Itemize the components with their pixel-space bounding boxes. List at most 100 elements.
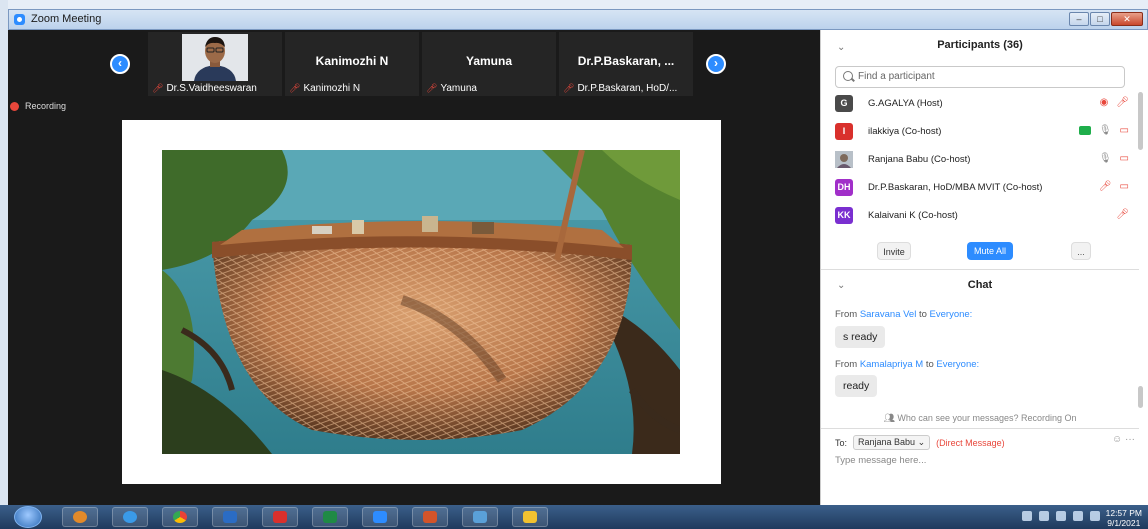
avatar: KK [835, 207, 853, 224]
participant-name: G.AGALYA (Host) [868, 98, 943, 109]
taskbar-explorer[interactable] [462, 507, 498, 527]
video-off-icon: ▭ [1119, 125, 1129, 136]
mute-all-button[interactable]: Mute All [967, 242, 1013, 260]
tile-label: 🎤︎ Dr.S.Vaidheeswaran [152, 83, 257, 94]
participant-row[interactable]: KK Kalaivani K (Co-host) 🎤︎ [835, 205, 1135, 227]
tile-label: 🎤︎ Kanimozhi N [289, 83, 361, 94]
participant-row[interactable]: DH Dr.P.Baskaran, HoD/MBA MVIT (Co-host)… [835, 177, 1135, 199]
chevron-right-icon[interactable]: › [706, 54, 726, 74]
taskbar-powerpoint[interactable] [412, 507, 448, 527]
invite-button[interactable]: Invite [877, 242, 911, 260]
chat-message-input[interactable]: Type message here... [835, 455, 926, 466]
taskbar-media-player[interactable] [62, 507, 98, 527]
window-frame-left [0, 0, 8, 505]
recipient-dropdown[interactable]: Ranjana Babu ⌄ [853, 435, 931, 450]
video-tile-kanimozhi[interactable]: Kanimozhi N 🎤︎ Kanimozhi N [285, 32, 419, 96]
meeting-area: ‹ 🎤︎ Dr.S.Vaidheeswaran Kanimozhi N 🎤︎ Kan… [8, 30, 820, 505]
zoom-app-icon [14, 14, 25, 25]
recording-icon: ◉ [1099, 97, 1109, 108]
avatar: I [835, 123, 853, 140]
participants-scrollbar[interactable] [1138, 92, 1143, 150]
video-strip: ‹ 🎤︎ Dr.S.Vaidheeswaran Kanimozhi N 🎤︎ Kan… [8, 30, 820, 98]
chat-message-header: From Kamalapriya M to Everyone: [835, 359, 980, 370]
side-panel: ⌄ Participants (36) Find a participant G… [820, 30, 1148, 505]
taskbar-acrobat[interactable] [262, 507, 298, 527]
participant-name: Kalaivani K (Co-host) [868, 210, 958, 221]
taskbar-word[interactable] [212, 507, 248, 527]
tray-icon[interactable] [1022, 511, 1032, 521]
participant-row[interactable]: G G.AGALYA (Host) ◉ 🎤︎ [835, 93, 1135, 115]
chat-recipient-row: To: Ranjana Babu ⌄ (Direct Message) [835, 435, 1005, 450]
avatar: DH [835, 179, 853, 196]
tile-big-name: Dr.P.Baskaran, ... [577, 54, 675, 68]
direct-message-label: (Direct Message) [936, 437, 1005, 448]
participant-row[interactable]: I ilakkiya (Co-host) 🎙︎ ▭ [835, 121, 1135, 143]
network-icon[interactable] [1073, 511, 1083, 521]
participant-name: ilakkiya (Co-host) [868, 126, 942, 137]
avatar: G [835, 95, 853, 112]
muted-mic-icon: 🎤︎ [1116, 97, 1129, 108]
window-titlebar[interactable]: Zoom Meeting – □ ✕ [8, 9, 1148, 30]
tray-icon[interactable] [1039, 511, 1049, 521]
chat-message-bubble: ready [835, 375, 878, 397]
divider [821, 428, 1139, 429]
chat-title: Chat [967, 279, 993, 291]
muted-mic-icon: 🎤︎ [426, 83, 438, 93]
taskbar-excel[interactable] [312, 507, 348, 527]
video-off-icon: ▭ [1119, 181, 1129, 192]
more-button[interactable]: ... [1071, 242, 1091, 260]
taskbar-chrome[interactable] [162, 507, 198, 527]
search-input[interactable]: Find a participant [835, 66, 1125, 88]
emoji-icon[interactable]: ☺ [1112, 434, 1122, 445]
minimize-button[interactable]: – [1069, 12, 1089, 26]
taskbar-zoom[interactable] [362, 507, 398, 527]
shared-photo-tree-nest [162, 150, 680, 454]
mic-icon: 🎙︎ [1098, 125, 1112, 136]
chevron-left-icon[interactable]: ‹ [110, 54, 130, 74]
maximize-button[interactable]: □ [1090, 12, 1110, 26]
chat-recipient[interactable]: Everyone: [936, 359, 979, 370]
muted-mic-icon: 🎤︎ [563, 83, 575, 93]
mic-icon: 🎙︎ [1098, 153, 1112, 164]
chat-sender[interactable]: Kamalapriya M [860, 359, 923, 370]
participant-status: 🎙︎ ▭ [1078, 125, 1129, 136]
chat-recipient[interactable]: Everyone: [930, 309, 973, 320]
chat-message-header: From Saravana Vel to Everyone: [835, 309, 973, 320]
system-tray [1022, 511, 1100, 521]
tile-label: 🎤︎ Dr.P.Baskaran, HoD/... [563, 83, 678, 94]
chat-scrollbar[interactable] [1138, 386, 1143, 408]
participants-title: Participants (36) [937, 39, 1023, 51]
participant-status: 🎤︎ [1116, 209, 1129, 220]
shared-screen [122, 120, 721, 484]
video-tile-baskaran[interactable]: Dr.P.Baskaran, ... 🎤︎ Dr.P.Baskaran, HoD/… [559, 32, 693, 96]
chat-actions: ☺ ··· [1112, 434, 1135, 445]
window-title: Zoom Meeting [31, 13, 102, 25]
chat-sender[interactable]: Saravana Vel [860, 309, 917, 320]
recording-indicator[interactable]: Recording [10, 101, 66, 111]
tray-icon[interactable] [1056, 511, 1066, 521]
volume-icon[interactable] [1090, 511, 1100, 521]
participants-header: ⌄ Participants (36) [821, 30, 1139, 60]
chevron-down-icon: ⌄ [917, 437, 926, 447]
search-icon [843, 71, 853, 81]
muted-mic-icon: 🎤︎ [1116, 209, 1129, 220]
tile-big-name: Yamuna [465, 54, 513, 68]
more-icon[interactable]: ··· [1125, 434, 1135, 445]
close-button[interactable]: ✕ [1111, 12, 1143, 26]
chat-visibility-info[interactable]: 👥︎ Who can see your messages? Recording … [821, 413, 1139, 424]
clock-time: 12:57 PM [1105, 508, 1142, 518]
taskbar: 12:57 PM 9/1/2021 [0, 505, 1148, 529]
participant-name: Dr.P.Baskaran, HoD/MBA MVIT (Co-host) [868, 182, 1043, 193]
clock[interactable]: 12:57 PM 9/1/2021 [1106, 508, 1142, 528]
window-controls: – □ ✕ [1069, 12, 1143, 26]
video-on-icon [1078, 126, 1091, 135]
avatar-photo [835, 151, 853, 168]
video-tile-vaidheeswaran[interactable]: 🎤︎ Dr.S.Vaidheeswaran [148, 32, 282, 96]
participant-row[interactable]: Ranjana Babu (Co-host) 🎙︎ ▭ [835, 149, 1135, 171]
taskbar-internet-explorer[interactable] [112, 507, 148, 527]
search-placeholder: Find a participant [858, 71, 935, 82]
recording-dot-icon [10, 101, 19, 111]
taskbar-app-warning[interactable] [512, 507, 548, 527]
video-tile-yamuna[interactable]: Yamuna 🎤︎ Yamuna [422, 32, 556, 96]
start-button[interactable] [14, 506, 42, 528]
